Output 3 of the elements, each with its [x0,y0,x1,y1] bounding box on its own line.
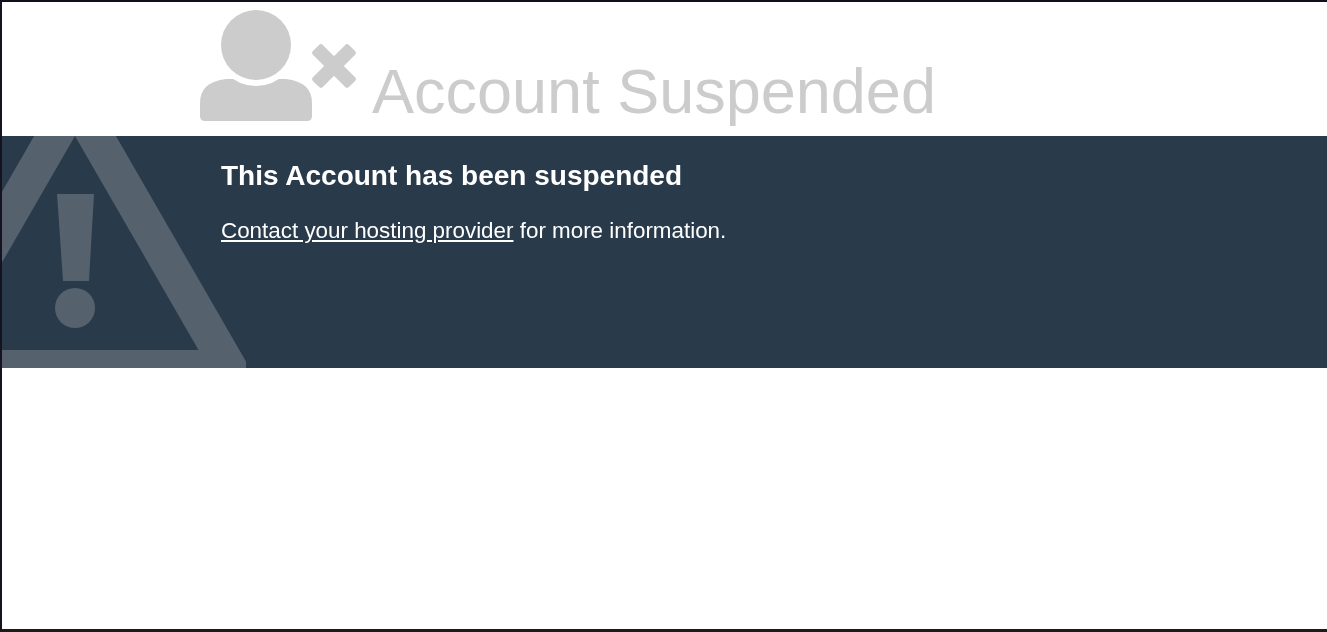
notice-heading: This Account has been suspended [221,159,684,193]
contact-link[interactable]: Contact your hosting provider [221,217,514,243]
notice-message: Contact your hosting provider for more information. [221,217,728,245]
